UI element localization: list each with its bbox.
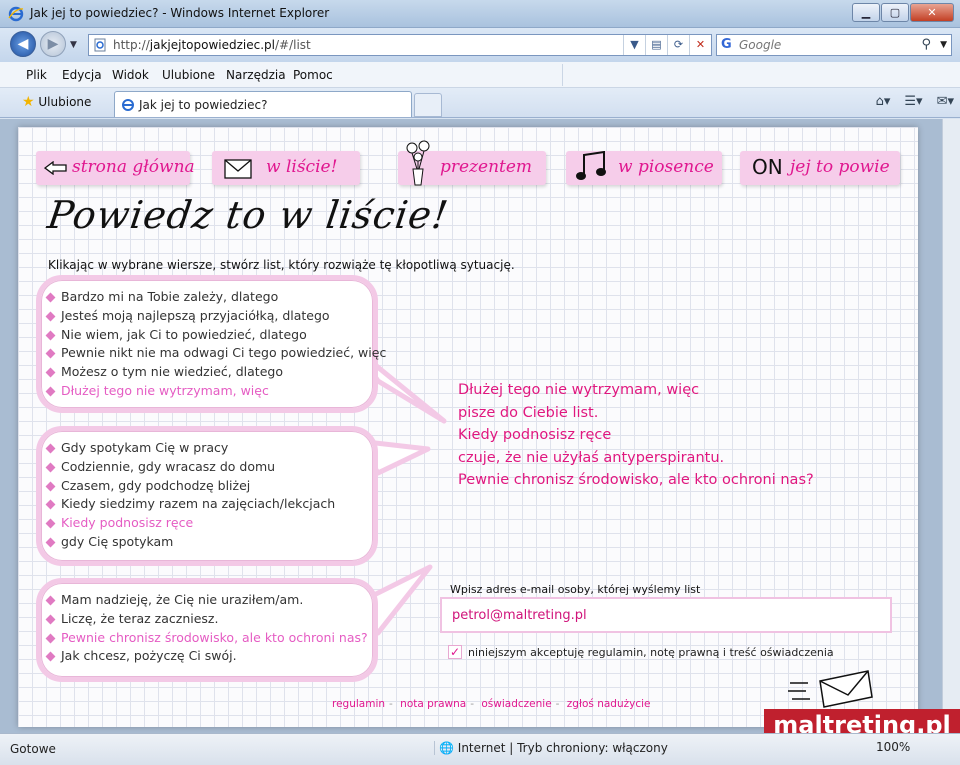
menu-view[interactable]: Widok [112, 68, 149, 82]
sentence-group-2: Gdy spotykam Cię w pracy Codziennie, gdy… [36, 426, 378, 566]
search-input[interactable] [739, 37, 909, 53]
sentence-group-3: Mam nadzieję, że Cię nie uraziłem/am. Li… [36, 578, 378, 682]
window-title: Jak jej to powiedziec? - Windows Interne… [30, 6, 330, 20]
link-oswiadczenie[interactable]: oświadczenie [481, 698, 551, 710]
nav-gift-button[interactable]: prezentem [398, 140, 546, 186]
address-dropdown-icon[interactable]: ▼ [623, 35, 645, 55]
list-item-selected[interactable]: Kiedy podnosisz ręce [61, 514, 373, 533]
search-box[interactable]: G ⚲ ▼ [716, 34, 952, 56]
page-paper: strona główna w liście! prezentem w pios… [18, 127, 918, 727]
menu-bar-spacer [562, 64, 958, 86]
close-button[interactable]: ✕ [910, 3, 954, 22]
google-icon: G [721, 37, 732, 52]
page-icon [94, 38, 106, 52]
status-bar: Gotowe 🌐 Internet | Tryb chroniony: włąc… [0, 733, 960, 765]
tab-active[interactable]: Jak jej to powiedziec? [114, 91, 412, 117]
nav-on-button[interactable]: ON jej to powie [740, 151, 900, 185]
music-notes-icon [576, 151, 606, 180]
menu-edit[interactable]: Edycja [62, 68, 102, 82]
send-envelope-icon[interactable] [788, 667, 874, 711]
list-item[interactable]: gdy Cię spotykam [61, 533, 373, 552]
agree-checkbox[interactable]: ✓ [448, 645, 462, 659]
url-text: http://jakjejtopowiedziec.pl/#/list [113, 38, 311, 52]
feeds-icon[interactable]: ☰▾ [904, 94, 922, 109]
back-button[interactable]: ◀ [10, 31, 36, 57]
search-dropdown-icon[interactable]: ▼ [940, 40, 947, 50]
sentence-group-1: Bardzo mi na Tobie zależy, dlatego Jeste… [36, 275, 386, 413]
stop-icon[interactable]: ✕ [689, 35, 711, 55]
letter-line: czuje, że nie użyłaś antyperspirantu. [458, 449, 725, 466]
letter-line: Kiedy podnosisz ręce [458, 427, 612, 444]
list-item[interactable]: Liczę, że teraz zaczniesz. [61, 610, 373, 629]
new-tab-button[interactable] [414, 93, 442, 117]
page-subtitle: Klikając w wybrane wiersze, stwórz list,… [48, 258, 515, 272]
list-item[interactable]: Codziennie, gdy wracasz do domu [61, 458, 373, 477]
arrow-left-icon [44, 161, 67, 175]
menu-help[interactable]: Pomoc [293, 68, 333, 82]
tab-bar: ★ Ulubione Jak jej to powiedziec? ⌂▾ ☰▾ … [0, 88, 960, 118]
on-logo: ON [752, 155, 783, 179]
list-item[interactable]: Gdy spotykam Cię w pracy [61, 439, 373, 458]
maximize-button[interactable]: ▢ [881, 3, 909, 22]
menu-bar: Plik Edycja Widok Ulubione Narzędzia Pom… [0, 62, 960, 88]
list-item[interactable]: Pewnie nikt nie ma odwagi Ci tego powied… [61, 344, 386, 363]
list-item-selected[interactable]: Dłużej tego nie wytrzymam, więc [61, 382, 373, 401]
address-bar[interactable]: http://jakjejtopowiedziec.pl/#/list ▼ ▤ … [88, 34, 712, 56]
tab-label: Jak jej to powiedziec? [139, 98, 268, 112]
page-viewport: strona główna w liście! prezentem w pios… [0, 119, 960, 733]
envelope-icon [224, 159, 252, 179]
search-icon[interactable]: ⚲ [921, 37, 931, 52]
list-item[interactable]: Czasem, gdy podchodzę bliżej [61, 477, 373, 496]
letter-line: pisze do Ciebie list. [458, 404, 599, 421]
list-item[interactable]: Bardzo mi na Tobie zależy, dlatego [61, 288, 373, 307]
ie-page-icon [122, 99, 134, 111]
ie-logo-icon [8, 6, 24, 22]
flower-vase-icon [406, 140, 430, 186]
list-item[interactable]: Mam nadzieję, że Cię nie uraziłem/am. [61, 591, 373, 610]
home-icon[interactable]: ⌂▾ [876, 94, 891, 109]
letter-line: Pewnie chronisz środowisko, ale kto ochr… [458, 472, 814, 489]
email-label: Wpisz adres e-mail osoby, której wyślemy… [450, 583, 701, 596]
link-zglos-naduzycie[interactable]: zgłoś nadużycie [567, 698, 651, 710]
list-item[interactable]: Nie wiem, jak Ci to powiedzieć, dlatego [61, 326, 373, 345]
list-item[interactable]: Jak chcesz, pożyczę Ci swój. [61, 647, 373, 666]
status-text: Gotowe [10, 742, 56, 756]
vertical-scrollbar[interactable] [942, 119, 960, 733]
forward-button[interactable]: ▶ [40, 31, 66, 57]
nav-letter-button[interactable]: w liście! [212, 151, 360, 185]
list-item[interactable]: Możesz o tym nie wiedzieć, dlatego [61, 363, 373, 382]
agree-label: niniejszym akceptuję regulamin, notę pra… [468, 646, 834, 659]
menu-tools[interactable]: Narzędzia [226, 68, 286, 82]
letter-preview: Dłużej tego nie wytrzymam, więc pisze do… [458, 379, 814, 492]
list-item[interactable]: Kiedy siedzimy razem na zajęciach/lekcja… [61, 495, 373, 514]
refresh-icon[interactable]: ⟳ [667, 35, 689, 55]
minimize-button[interactable]: ▁ [852, 3, 880, 22]
compatibility-icon[interactable]: ▤ [645, 35, 667, 55]
footer-links: regulamin - nota prawna - oświadczenie - zg… [332, 698, 651, 710]
mail-icon[interactable]: ✉▾ [937, 94, 954, 109]
nav-home-button[interactable]: strona główna [36, 151, 195, 185]
page-title: Powiedz to w liście! [44, 193, 452, 237]
link-regulamin[interactable]: regulamin [332, 698, 385, 710]
letter-line: Dłużej tego nie wytrzymam, więc [458, 382, 700, 398]
link-nota-prawna[interactable]: nota prawna [400, 698, 466, 710]
nav-song-button[interactable]: w piosence [566, 151, 722, 185]
zoom-level[interactable]: 100% [876, 740, 910, 754]
globe-icon: 🌐 [439, 741, 454, 755]
menu-file[interactable]: Plik [26, 68, 47, 82]
navigation-bar: ◀ ▶ ▼ http://jakjejtopowiedziec.pl/#/lis… [0, 28, 960, 62]
favorites-button[interactable]: ★ Ulubione [22, 94, 91, 110]
menu-favorites[interactable]: Ulubione [162, 68, 215, 82]
star-icon: ★ [22, 94, 35, 110]
email-input[interactable] [440, 597, 892, 633]
list-item[interactable]: Jesteś moją najlepszą przyjaciółką, dlat… [61, 307, 373, 326]
window-titlebar: Jak jej to powiedziec? - Windows Interne… [0, 0, 960, 28]
security-zone: 🌐 Internet | Tryb chroniony: włączony [434, 741, 668, 755]
list-item-selected[interactable]: Pewnie chronisz środowisko, ale kto ochr… [61, 629, 373, 648]
history-dropdown-icon[interactable]: ▼ [70, 40, 77, 50]
